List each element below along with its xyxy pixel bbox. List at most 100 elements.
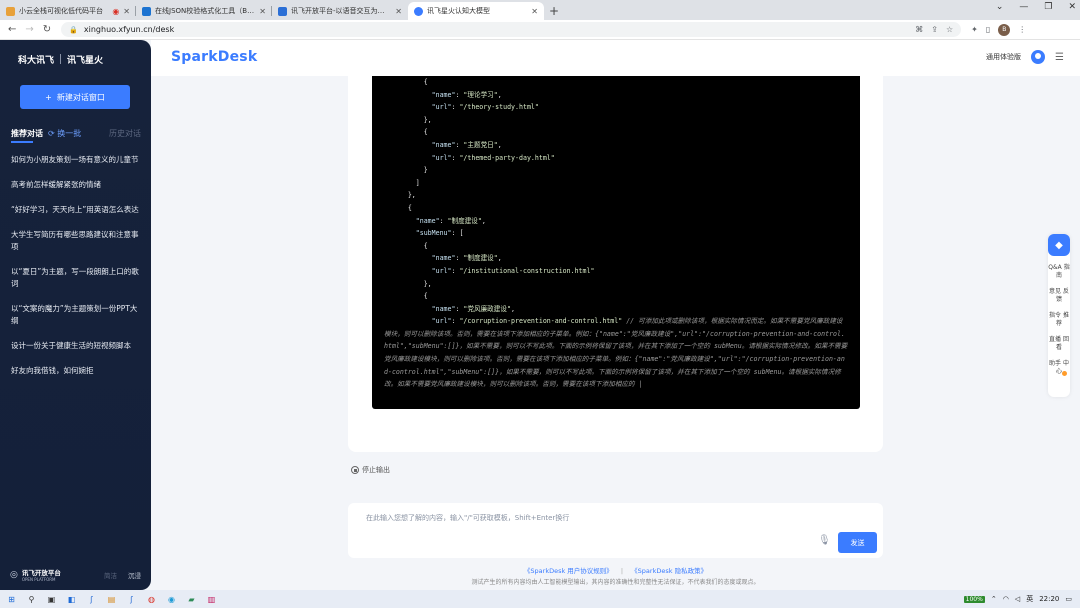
list-item[interactable]: 设计一份关于健康生活的短视频脚本 [11,339,139,353]
spark-logo: 讯飞星火 [67,55,104,66]
user-agreement-link[interactable]: 《SparkDesk 用户协议规则》 [524,567,613,575]
version-label[interactable]: 通用体验版 [986,52,1021,62]
task-view-icon[interactable]: ▣ [46,594,57,605]
tab-close-icon[interactable]: ✕ [259,7,266,16]
spark-assistant-icon[interactable]: ◆ [1048,234,1070,256]
window-controls: ⌄ — ❐ ✕ [996,2,1076,12]
list-item[interactable]: 高考前怎样缓解紧张的情绪 [11,178,139,192]
refresh-icon: ⟳ [48,129,55,138]
command-recommend-button[interactable]: 指令 推荐 [1048,312,1070,328]
chrome-icon[interactable]: ◍ [146,594,157,605]
new-chat-button[interactable]: + 新建对话窗口 [20,85,130,109]
list-item[interactable]: “好好学习，天天向上”用英语怎么表达 [11,203,139,217]
tab-close-icon[interactable]: ✕ [395,7,402,16]
extensions-icon[interactable]: ✦ [971,25,978,34]
list-item[interactable]: 以“文案的魔力”为主题策划一份PPT大纲 [11,302,139,328]
reload-icon[interactable]: ↻ [43,24,51,35]
forward-icon[interactable]: → [25,24,33,35]
taskbar-app-icon[interactable]: ◧ [66,594,77,605]
sidebar-tabs: 推荐对话 ⟳ 换一批 历史对话 [11,128,141,139]
close-window-icon[interactable]: ✕ [1068,2,1076,12]
wifi-icon[interactable]: ◠ [1003,595,1009,603]
back-icon[interactable]: ← [8,24,16,35]
battery-badge[interactable]: 100% [963,595,985,603]
share-icon[interactable]: ⇪ [931,25,938,34]
lock-icon: 🔒 [69,25,78,34]
new-tab-button[interactable]: + [544,2,564,20]
minimize-icon[interactable]: — [1019,2,1028,12]
right-toolbar: ◆ Q&A 指南 意见 反馈 指令 推荐 直播 回看 助手 中心 [1048,234,1070,397]
privacy-link[interactable]: 《SparkDesk 隐私政策》 [631,567,707,575]
sidebar: 科大讯飞 讯飞星火 + 新建对话窗口 推荐对话 ⟳ 换一批 历史对话 如何为小朋… [0,40,151,590]
search-icon[interactable]: ⚲ [26,594,37,605]
notification-dot [1062,371,1067,376]
suggestion-list: 如何为小朋友策划一场有意义的儿童节 高考前怎样缓解紧张的情绪 “好好学习，天天向… [11,153,139,389]
tab-history[interactable]: 历史对话 [109,128,141,139]
active-tab-indicator [11,141,33,143]
microphone-icon[interactable]: 🎙 [818,535,831,546]
taskbar-app-icon[interactable]: ▰ [186,594,197,605]
chat-input-placeholder[interactable]: 在此输入您想了解的内容，输入"/"可获取模板，Shift+Enter换行 [366,513,569,523]
tab-recommend[interactable]: 推荐对话 [11,128,43,139]
taskbar-app-icon[interactable]: ʃ [86,594,97,605]
maximize-icon[interactable]: ❐ [1044,2,1052,12]
tab-title: 小云全栈可视化低代码平台 [19,7,103,15]
taskbar-app-icon[interactable]: ▥ [206,594,217,605]
tab-title: 在线JSON校验格式化工具（Be JSON） [155,7,255,15]
tab-favicon-icon [278,6,287,16]
clock[interactable]: 22:20 [1039,595,1059,603]
stop-output-button[interactable]: 停止输出 [351,465,390,475]
bookmark-star-icon[interactable]: ☆ [946,25,953,34]
user-avatar[interactable] [1031,50,1046,64]
disclaimer: 测试产生的所有内容均由人工智能模型输出，其内容的准确性和完整性无法保证，不代表我… [471,579,760,586]
browser-tab-2[interactable]: 在线JSON校验格式化工具（Be JSON） ✕ [136,2,272,20]
footer-links: 《SparkDesk 用户协议规则》 | 《SparkDesk 隐私政策》 [523,567,708,575]
taskbar-app-icon[interactable]: ʃ [126,594,137,605]
tab-favicon-icon [6,6,15,16]
list-item[interactable]: 好友向我借钱，如何婉拒 [11,364,139,378]
brand-title: SparkDesk [171,49,258,65]
list-item[interactable]: 大学生写简历有哪些思路建议和注意事项 [11,228,139,254]
list-item[interactable]: 以“夏日”为主题，写一段朗朗上口的歌词 [11,265,139,291]
plus-icon: + [45,92,52,102]
volume-icon[interactable]: ◁ [1015,595,1020,603]
browser-tab-strip: 小云全栈可视化低代码平台 ◉ ✕ 在线JSON校验格式化工具（Be JSON） … [0,0,1080,20]
tab-favicon-icon [142,6,151,16]
browser-tab-3[interactable]: 讯飞开放平台-以语音交互为核心的... ✕ [272,2,408,20]
tab-close-icon[interactable]: ✕ [531,7,538,16]
code-block: { "name": "理论学习", "url": "/theory-study.… [372,76,860,409]
menu-icon[interactable]: ☰ [1055,52,1064,63]
os-taskbar: ⊞ ⚲ ▣ ◧ ʃ ▤ ʃ ◍ ◉ ▰ ▥ 100% ⌃ ◠ ◁ 英 22:20… [0,590,1080,608]
tab-search-icon[interactable]: ⌄ [996,2,1004,12]
url-text: xinghuo.xfyun.cn/desk [83,25,175,34]
stop-icon [351,466,359,474]
tab-title: 讯飞星火认知大模型 [427,7,490,15]
sidebar-toggle-icon[interactable]: ▯ [986,25,990,34]
tab-close-icon[interactable]: ✕ [123,7,130,16]
code-content: { "name": "理论学习", "url": "/theory-study.… [384,78,848,389]
live-replay-button[interactable]: 直播 回看 [1048,336,1070,352]
logo: 科大讯飞 讯飞星火 [18,52,133,66]
browser-menu-icon[interactable]: ⋮ [1018,25,1026,34]
translate-icon[interactable]: ⌘ [915,25,923,34]
refresh-button[interactable]: ⟳ 换一批 [48,128,81,139]
chat-input-box[interactable]: 在此输入您想了解的内容，输入"/"可获取模板，Shift+Enter换行 🎙 发… [348,503,883,558]
profile-avatar[interactable]: B [998,23,1011,36]
browser-tab-4[interactable]: 讯飞星火认知大模型 ✕ [408,2,544,20]
tab-favicon-icon [414,6,423,16]
start-icon[interactable]: ⊞ [6,594,17,605]
qa-guide-button[interactable]: Q&A 指南 [1048,264,1070,280]
browser-tab-1[interactable]: 小云全栈可视化低代码平台 ◉ ✕ [0,2,136,20]
recording-icon: ◉ [112,6,120,16]
app-header: SparkDesk 通用体验版 ☰ [151,40,1080,76]
feedback-button[interactable]: 意见 反馈 [1048,288,1070,304]
taskbar-app-icon[interactable]: ▤ [106,594,117,605]
list-item[interactable]: 如何为小朋友策划一场有意义的儿童节 [11,153,139,167]
input-method-icon[interactable]: 英 [1026,594,1033,604]
tray-icon[interactable]: ⌃ [991,595,997,603]
send-button[interactable]: 发送 [838,532,877,553]
notification-icon[interactable]: ▭ [1065,595,1072,603]
url-field[interactable]: 🔒 xinghuo.xfyun.cn/desk ⌘ ⇪ ☆ [61,22,962,37]
taskbar-app-icon[interactable]: ◉ [166,594,177,605]
iflytek-logo: 科大讯飞 [18,55,55,66]
